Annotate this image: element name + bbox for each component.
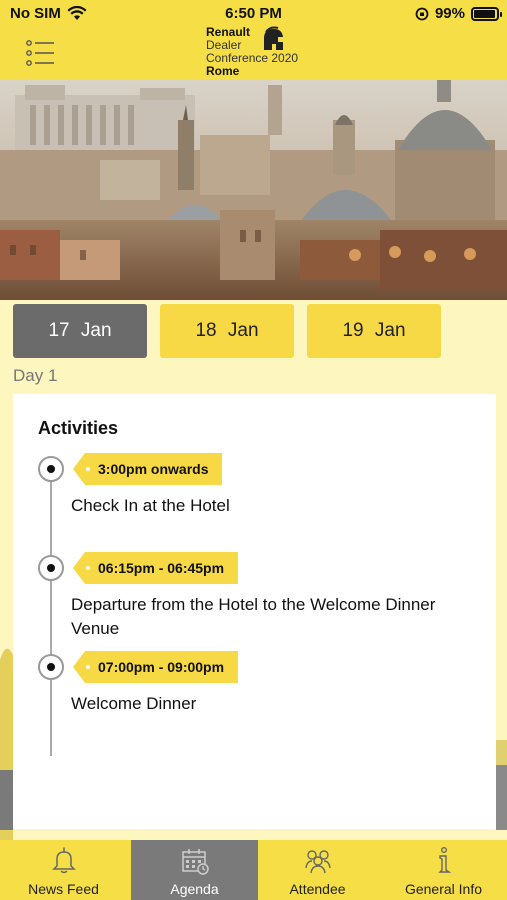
- activities-title: Activities: [38, 418, 119, 438]
- conference-logo: Renault Dealer Conference 2020 Rome: [206, 26, 316, 78]
- tab-19-jan[interactable]: 19 Jan: [307, 304, 441, 358]
- timeline-dot-icon: [38, 456, 64, 482]
- spartan-helmet-icon: [264, 26, 283, 50]
- nav-label: News Feed: [28, 881, 99, 897]
- nav-label: General Info: [404, 881, 483, 897]
- activity-description: Departure from the Hotel to the Welcome …: [71, 595, 436, 638]
- bell-icon: [51, 847, 76, 874]
- nav-agenda[interactable]: Agenda: [131, 840, 258, 900]
- activity-time-badge: 06:15pm - 06:45pm: [73, 552, 239, 584]
- activity-description: Welcome Dinner: [71, 694, 197, 713]
- activities-card: Activities 3:00pm onwards Check In at th…: [13, 394, 496, 829]
- nav-label: Attendee: [289, 881, 346, 897]
- nav-attendee[interactable]: Attendee: [254, 840, 381, 900]
- tab-18-jan[interactable]: 18 Jan: [160, 304, 294, 358]
- list-menu-icon: [26, 40, 54, 66]
- brand-line-4: Rome: [206, 64, 240, 78]
- battery-icon: [471, 6, 502, 21]
- nav-label: Agenda: [170, 881, 219, 897]
- activity-description: Check In at the Hotel: [71, 496, 230, 515]
- bottom-navigation: News Feed Agenda Attendee General Info: [0, 840, 507, 900]
- timeline-dot-icon: [38, 555, 64, 581]
- day-label: Day 1: [13, 366, 58, 385]
- rome-skyline-image: [0, 80, 507, 300]
- activity-time-badge: 3:00pm onwards: [73, 453, 223, 485]
- menu-button[interactable]: [26, 40, 56, 66]
- calendar-icon: [181, 849, 209, 875]
- app-header: No SIM 6:50 PM 99% Renault Dealer Confer…: [0, 0, 507, 80]
- activity-time-badge: 07:00pm - 09:00pm: [73, 651, 239, 683]
- timeline-line: [50, 466, 52, 756]
- tab-17-jan[interactable]: 17 Jan: [13, 304, 147, 358]
- status-right: 99%: [415, 5, 502, 22]
- timeline-dot-icon: [38, 654, 64, 680]
- date-tabs: 17 Jan 18 Jan 19 Jan: [0, 300, 507, 390]
- nav-general-info[interactable]: General Info: [380, 840, 507, 900]
- people-icon: [304, 850, 331, 874]
- nav-news-feed[interactable]: News Feed: [0, 840, 127, 900]
- info-icon: [437, 847, 451, 873]
- orientation-lock-icon: [415, 7, 429, 20]
- battery-percent: 99%: [434, 5, 465, 22]
- status-bar: No SIM 6:50 PM 99%: [0, 0, 507, 28]
